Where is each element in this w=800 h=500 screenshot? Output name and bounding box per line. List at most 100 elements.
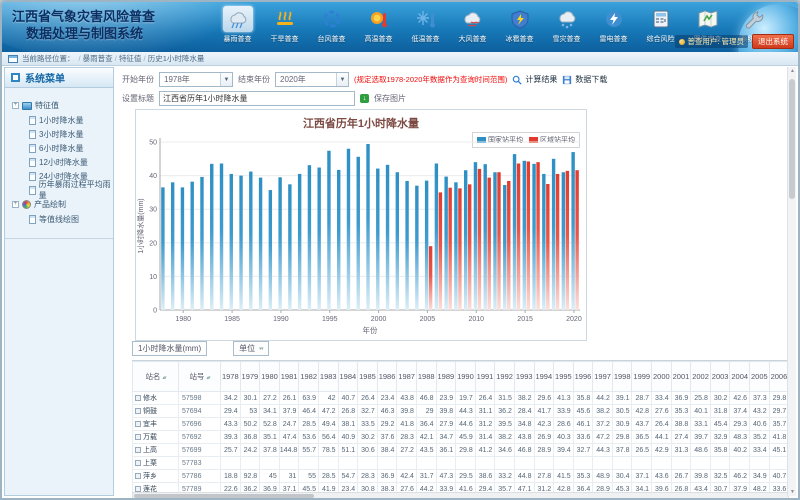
download-button[interactable]: 数据下载 [562,74,607,85]
horizontal-scrollbar[interactable] [132,492,789,500]
station-name-cell[interactable]: 铜鼓 [133,405,179,418]
station-name-cell[interactable]: 宜丰 [133,418,179,431]
value-cell: 27.6 [652,405,672,418]
col-header-year[interactable]: 1989 [436,362,456,392]
expand-row-icon[interactable] [135,460,141,466]
expander-icon[interactable]: + [12,102,19,109]
station-name-cell[interactable]: 万载 [133,431,179,444]
value-cell: 43.8 [514,431,534,444]
value-cell: 29.8 [456,444,476,457]
col-header-year[interactable]: 2006 [769,362,789,392]
breadcrumb-segment[interactable]: 特征值 [119,54,142,63]
vertical-scrollbar[interactable]: ▲ ▼ [787,67,796,496]
vscroll-thumb[interactable] [789,79,795,199]
station-name-cell[interactable]: 上栗 [133,457,179,470]
col-header-year[interactable]: 1993 [514,362,534,392]
col-header-year[interactable]: 1982 [299,362,319,392]
col-header-year[interactable]: 1997 [593,362,613,392]
toolbar-item-wind[interactable]: 大风普查 [449,3,496,51]
col-header-year[interactable]: 2005 [750,362,770,392]
svg-text:2000: 2000 [371,316,387,323]
hightemp-icon [367,9,391,29]
toolbar-item-lowtemp[interactable]: 低温普查 [402,3,449,51]
col-header-year[interactable]: 1998 [612,362,632,392]
col-header-year[interactable]: 1991 [475,362,495,392]
tree-item-等值线绘图[interactable]: 等值线绘图 [5,212,113,226]
station-name-cell[interactable]: 修水 [133,392,179,405]
start-year-select[interactable]: 1978年 ▼ [159,72,233,87]
value-cell [436,457,456,470]
col-header-year[interactable]: 1984 [338,362,358,392]
col-header-year[interactable]: 1978 [221,362,241,392]
expand-row-icon[interactable] [135,395,141,401]
col-header-year[interactable]: 1981 [279,362,299,392]
expand-row-icon[interactable] [135,408,141,414]
scroll-down-icon[interactable]: ▼ [788,489,797,495]
col-header-station[interactable]: 站名 ▴▾ [133,362,179,392]
save-image-button[interactable]: 保存图片 [374,93,406,104]
unit-dropdown[interactable]: 单位 ▾ ▾ [233,341,268,356]
value-cell [612,457,632,470]
breadcrumb-segment[interactable]: 暴雨普查 [83,54,113,63]
calculate-button[interactable]: 计算结果 [512,74,557,85]
expand-row-icon[interactable] [135,421,141,427]
value-cell: 39.3 [221,431,241,444]
tree-item-历年暴雨过程平均雨量[interactable]: 历年暴雨过程平均雨量 [5,183,113,197]
toolbar-item-typhoon[interactable]: 台风普查 [308,3,355,51]
col-header-year[interactable]: 1992 [495,362,515,392]
col-header-year[interactable]: 1999 [632,362,652,392]
col-header-year[interactable]: 1990 [456,362,476,392]
page-icon [29,158,36,167]
value-cell: 29.6 [534,392,554,405]
svg-text:10: 10 [149,274,157,281]
logout-button[interactable]: 退出系统 [752,34,794,49]
tree-item-3小时降水量[interactable]: 3小时降水量 [5,127,113,141]
tree-item-1小时降水量[interactable]: 1小时降水量 [5,113,113,127]
col-header-year[interactable]: 1986 [377,362,397,392]
col-header-year[interactable]: 1996 [573,362,593,392]
col-header-year[interactable]: 1985 [358,362,378,392]
tree-group-特征值[interactable]: +特征值 [5,98,113,113]
expand-row-icon[interactable] [135,473,141,479]
toolbar-item-snow[interactable]: 雪灾普查 [543,3,590,51]
expand-row-icon[interactable] [135,434,141,440]
chart-title-input[interactable] [159,91,355,106]
toolbar-item-drought[interactable]: 干旱普查 [261,3,308,51]
value-cell: 37.8 [260,444,280,457]
col-header-year[interactable]: 2001 [671,362,691,392]
col-header-year[interactable]: 1979 [240,362,260,392]
toolbar-item-hail[interactable]: 冰雹普查 [496,3,543,51]
col-header-year[interactable]: 1983 [318,362,338,392]
value-cell: 39.8 [397,405,417,418]
expand-row-icon[interactable] [135,447,141,453]
expander-icon[interactable]: + [12,201,19,208]
breadcrumb-segment[interactable]: 历史1小时降水量 [148,54,205,63]
toolbar-item-rainstorm[interactable]: 暴雨普查 [214,3,261,51]
col-header-year[interactable]: 1995 [554,362,574,392]
hscroll-thumb[interactable] [134,494,314,498]
station-name-cell[interactable]: 萍乡 [133,470,179,483]
value-cell: 40.7 [769,470,789,483]
tree-item-6小时降水量[interactable]: 6小时降水量 [5,141,113,155]
scroll-up-icon[interactable]: ▲ [788,68,797,74]
col-header-year[interactable]: 1980 [260,362,280,392]
value-cell: 47.4 [279,431,299,444]
col-header-year[interactable]: 2003 [710,362,730,392]
col-header-year[interactable]: 2000 [652,362,672,392]
toolbar-label: 冰雹普查 [506,34,534,44]
col-header-year[interactable]: 1988 [416,362,436,392]
col-header-year[interactable]: 2004 [730,362,750,392]
value-cell: 24.2 [240,444,260,457]
col-header-id[interactable]: 站号 ▴▾ [179,362,221,392]
station-name-cell[interactable]: 上高 [133,444,179,457]
col-header-year[interactable]: 2002 [691,362,711,392]
station-id-cell: 57783 [179,457,221,470]
tree-item-12小时降水量[interactable]: 12小时降水量 [5,155,113,169]
end-year-select[interactable]: 2020年 ▼ [275,72,349,87]
col-header-year[interactable]: 1987 [397,362,417,392]
col-header-year[interactable]: 1994 [534,362,554,392]
unit-button[interactable]: 1小时降水量(mm) [132,341,207,356]
toolbar-item-hightemp[interactable]: 高温普查 [355,3,402,51]
value-cell: 44.3 [593,444,613,457]
toolbar-item-lightning[interactable]: 雷电普查 [590,3,637,51]
